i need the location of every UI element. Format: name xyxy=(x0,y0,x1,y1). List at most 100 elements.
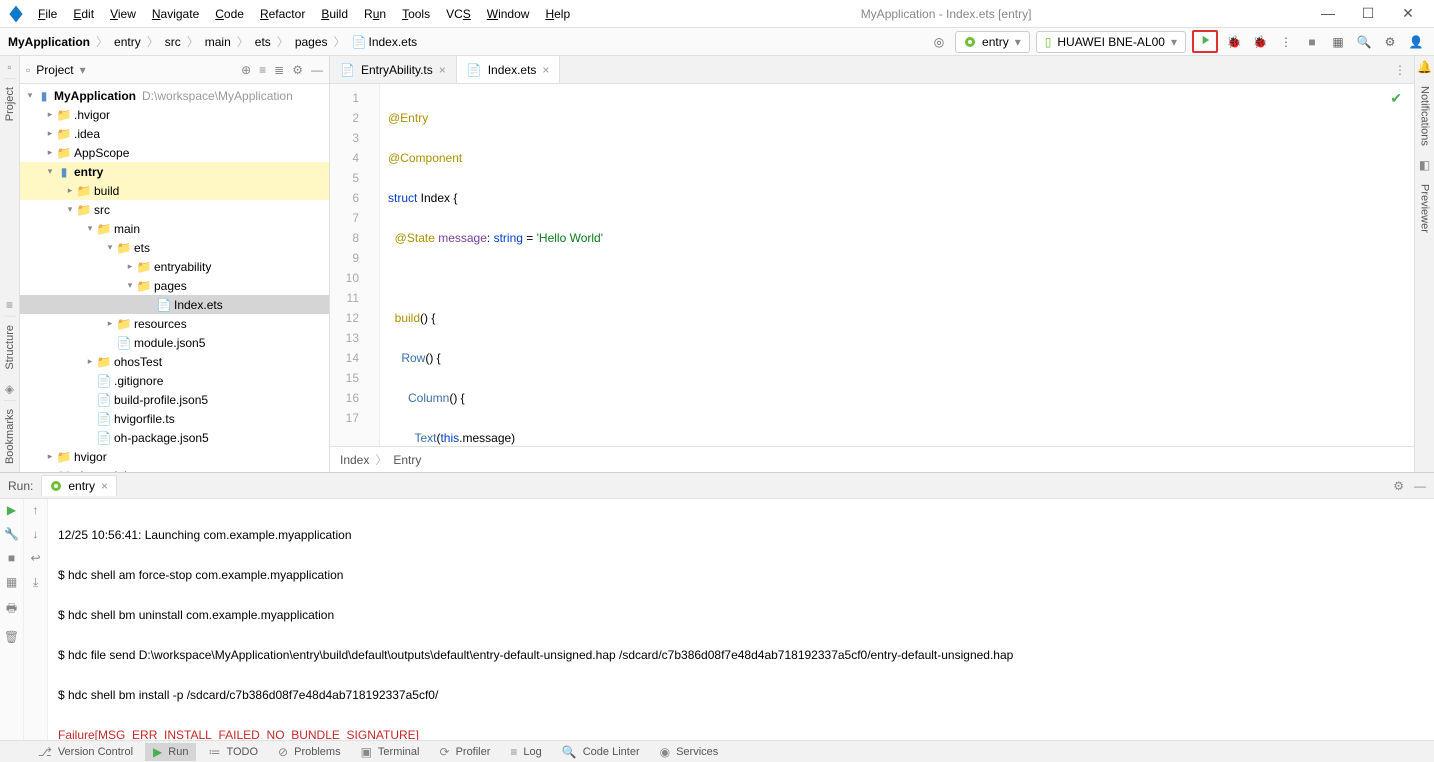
code-breadcrumb[interactable]: Index 〉 Entry xyxy=(330,446,1414,472)
structure-tool-icon[interactable]: ≡ xyxy=(6,298,13,312)
up-icon[interactable]: ↑ xyxy=(33,503,39,517)
menu-window[interactable]: Window xyxy=(479,3,538,25)
tree-gitignore[interactable]: .gitignore xyxy=(112,374,163,388)
crumb-file[interactable]: Index.ets xyxy=(368,35,417,49)
menu-build[interactable]: Build xyxy=(313,3,356,25)
tab-indexets[interactable]: 📄Index.ets× xyxy=(457,56,561,83)
tool-log[interactable]: ≡Log xyxy=(502,743,549,761)
menu-refactor[interactable]: Refactor xyxy=(252,3,313,25)
debug-attach-button[interactable]: 🐞 xyxy=(1250,32,1270,52)
tool-problems[interactable]: ⊘Problems xyxy=(270,743,349,761)
print-icon[interactable]: 🖶 xyxy=(6,599,17,620)
menu-code[interactable]: Code xyxy=(207,3,252,25)
more-run-icon[interactable]: ⋮ xyxy=(1276,32,1296,52)
tree-main[interactable]: main xyxy=(112,222,140,236)
tool-profiler[interactable]: ⟳Profiler xyxy=(432,743,499,761)
chevron-down-icon[interactable]: ▾ xyxy=(80,63,86,77)
code-editor[interactable]: 1234567891011121314151617 @Entry @Compon… xyxy=(330,84,1414,446)
tool-project[interactable]: Project xyxy=(4,78,16,129)
tool-run[interactable]: ▶Run xyxy=(145,743,196,761)
tree-entryability[interactable]: entryability xyxy=(152,260,211,274)
tree-entry[interactable]: entry xyxy=(72,165,103,179)
tree-idea[interactable]: .idea xyxy=(72,127,100,141)
breadcrumb[interactable]: MyApplication〉 entry〉 src〉 main〉 ets〉 pa… xyxy=(0,33,417,50)
run-tab-entry[interactable]: entry × xyxy=(41,475,117,496)
crumb-project[interactable]: MyApplication xyxy=(8,35,90,49)
crumb-src[interactable]: src xyxy=(165,35,181,49)
tree-hvigor[interactable]: hvigor xyxy=(72,450,107,464)
tool-notifications[interactable]: Notifications xyxy=(1419,78,1431,154)
menu-tools[interactable]: Tools xyxy=(394,3,438,25)
close-tab-icon[interactable]: × xyxy=(439,63,446,77)
device-selector[interactable]: ▯ HUAWEI BNE-AL00 ▾ xyxy=(1036,31,1186,53)
tool-services[interactable]: ◉Services xyxy=(652,743,727,761)
close-tab-icon[interactable]: × xyxy=(101,479,108,493)
tool-bookmarks[interactable]: Bookmarks xyxy=(4,400,16,472)
collapse-icon[interactable]: ≣ xyxy=(274,63,284,77)
bookmarks-tool-icon[interactable]: ◈ xyxy=(5,382,14,396)
tree-hvigor-dot[interactable]: .hvigor xyxy=(72,108,110,122)
down-icon[interactable]: ↓ xyxy=(33,527,39,541)
menu-edit[interactable]: Edit xyxy=(65,3,102,25)
delete-icon[interactable]: 🗑 xyxy=(4,630,19,644)
settings-icon[interactable]: ⚙ xyxy=(1380,32,1400,52)
menu-help[interactable]: Help xyxy=(537,3,578,25)
crumb-entry[interactable]: entry xyxy=(114,35,141,49)
debug-button[interactable]: 🐞 xyxy=(1224,32,1244,52)
tree-hvigorfile[interactable]: hvigorfile.ts xyxy=(112,412,175,426)
avatar-icon[interactable]: 👤 xyxy=(1406,32,1426,52)
project-dropdown-icon[interactable]: ▫ xyxy=(26,63,30,77)
project-tree[interactable]: ▾▮MyApplicationD:\workspace\MyApplicatio… xyxy=(20,84,329,472)
previewer-icon[interactable]: ◧ xyxy=(1419,158,1430,172)
menu-file[interactable]: FFileile xyxy=(30,3,65,25)
menu-navigate[interactable]: Navigate xyxy=(144,3,207,25)
tool-previewer[interactable]: Previewer xyxy=(1419,176,1431,241)
tool-codelinter[interactable]: 🔍Code Linter xyxy=(554,743,648,761)
tool-structure[interactable]: Structure xyxy=(4,316,16,378)
tree-src[interactable]: src xyxy=(92,203,110,217)
rerun-icon[interactable]: ▶ xyxy=(7,503,16,517)
crumb-pages[interactable]: pages xyxy=(295,35,328,49)
run-settings-icon[interactable]: ⚙ xyxy=(1393,479,1404,493)
menu-run[interactable]: Run xyxy=(356,3,394,25)
close-icon[interactable]: ✕ xyxy=(1394,5,1422,22)
hide-run-icon[interactable]: — xyxy=(1414,479,1426,493)
tree-module[interactable]: module.json5 xyxy=(132,336,205,350)
tree-ohostest[interactable]: ohosTest xyxy=(112,355,162,369)
tool-version-control[interactable]: ⎇Version Control xyxy=(30,743,141,761)
run-console[interactable]: 12/25 10:56:41: Launching com.example.my… xyxy=(48,499,1434,740)
tree-appscope[interactable]: AppScope xyxy=(72,146,129,160)
project-tool-icon[interactable]: ▫ xyxy=(7,60,11,74)
tool-todo[interactable]: ≔TODO xyxy=(200,743,266,761)
notifications-icon[interactable]: 🔔 xyxy=(1417,60,1432,74)
tool-terminal[interactable]: ▣Terminal xyxy=(353,743,428,761)
inspection-ok-icon[interactable]: ✔ xyxy=(1390,90,1402,107)
stop-icon[interactable]: ■ xyxy=(8,551,15,565)
tab-entryability[interactable]: 📄EntryAbility.ts× xyxy=(330,56,457,83)
tree-build[interactable]: build xyxy=(92,184,119,198)
panel-settings-icon[interactable]: ⚙ xyxy=(292,63,303,77)
expand-icon[interactable]: ≡ xyxy=(259,63,266,77)
wrap-icon[interactable]: ↩ xyxy=(30,551,40,565)
layout-icon[interactable]: ▦ xyxy=(1328,32,1348,52)
tree-root[interactable]: MyApplication xyxy=(52,89,136,103)
tree-pages[interactable]: pages xyxy=(152,279,187,293)
layout-icon[interactable]: ▦ xyxy=(6,575,17,589)
tabs-menu-icon[interactable]: ⋮ xyxy=(1386,56,1414,83)
tree-ohpkg[interactable]: oh-package.json5 xyxy=(112,431,209,445)
project-view-label[interactable]: Project xyxy=(36,63,73,77)
search-icon[interactable]: 🔍 xyxy=(1354,32,1374,52)
tree-ets[interactable]: ets xyxy=(132,241,150,255)
maximize-icon[interactable]: ☐ xyxy=(1354,5,1382,22)
target-icon[interactable]: ◎ xyxy=(929,32,949,52)
tree-resources[interactable]: resources xyxy=(132,317,187,331)
hide-icon[interactable]: — xyxy=(311,63,323,77)
tree-ohmodules[interactable]: oh_modules xyxy=(72,469,139,473)
menu-view[interactable]: View xyxy=(102,3,144,25)
attach-icon[interactable]: 🔧 xyxy=(4,527,19,541)
stop-button[interactable]: ■ xyxy=(1302,32,1322,52)
crumb-ets[interactable]: ets xyxy=(255,35,271,49)
menu-vcs[interactable]: VCS xyxy=(438,3,479,25)
locate-icon[interactable]: ⊕ xyxy=(241,63,251,77)
close-tab-icon[interactable]: × xyxy=(542,63,549,77)
